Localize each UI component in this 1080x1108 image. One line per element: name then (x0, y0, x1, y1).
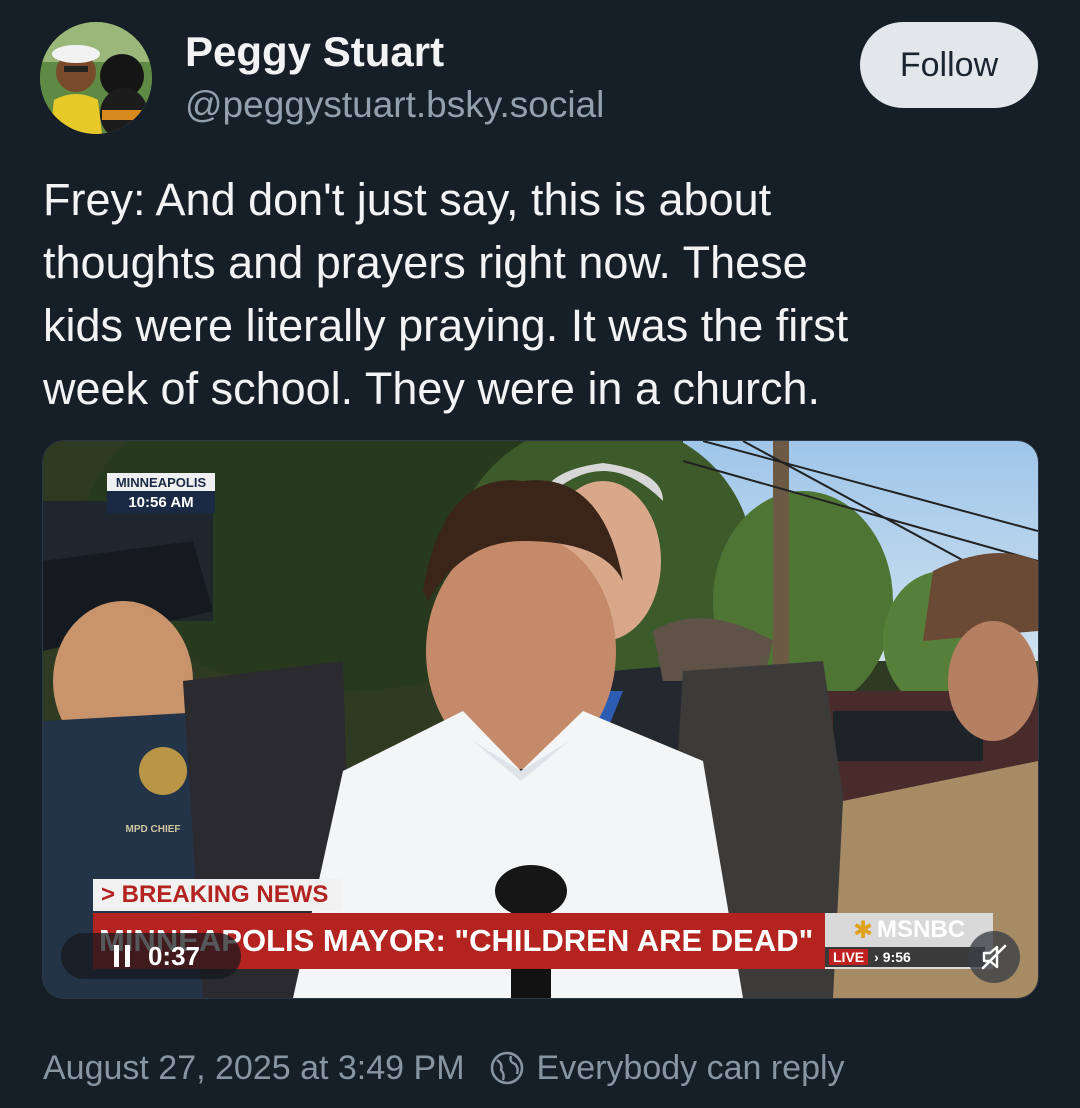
follow-button[interactable]: Follow (860, 22, 1038, 108)
uniform-badge-text: MPD CHIEF (125, 823, 181, 835)
post-footer: August 27, 2025 at 3:49 PM Everybody can… (43, 1045, 845, 1091)
live-time: 9:56 (882, 949, 911, 965)
reply-setting[interactable]: Everybody can reply (489, 1049, 845, 1088)
playback-control[interactable]: 0:37 (61, 933, 241, 979)
peacock-icon: ✱ (852, 916, 874, 944)
elapsed-time: 0:37 (147, 940, 201, 971)
author-handle[interactable]: @peggystuart.bsky.social (185, 84, 604, 126)
video-player[interactable]: MINNEAPOLIS 10:56 AM MPD CHIEF > BREAKIN… (42, 440, 1039, 999)
reply-setting-label: Everybody can reply (536, 1048, 845, 1087)
post-text: Frey: And don't just say, this is about … (43, 174, 849, 414)
post-timestamp[interactable]: August 27, 2025 at 3:49 PM (43, 1049, 465, 1088)
location-bug-time: 10:56 AM (128, 493, 194, 511)
location-bug-city: MINNEAPOLIS (115, 474, 207, 490)
author-avatar[interactable] (40, 22, 152, 134)
network-logo: ✱ MSNBC (825, 913, 993, 947)
breaking-news-label: > BREAKING NEWS (101, 881, 329, 908)
live-indicator: LIVE › 9:56 (829, 947, 983, 967)
mute-button[interactable] (968, 931, 1020, 983)
avatar-photo (40, 22, 152, 134)
chevron-right-icon: › (874, 949, 879, 965)
network-name: MSNBC (877, 916, 966, 943)
globe-icon (490, 1051, 523, 1085)
author-display-name[interactable]: Peggy Stuart (185, 28, 444, 76)
live-label: LIVE (829, 949, 869, 965)
speaker-muted-icon (981, 944, 1007, 970)
pause-icon[interactable] (102, 933, 142, 979)
